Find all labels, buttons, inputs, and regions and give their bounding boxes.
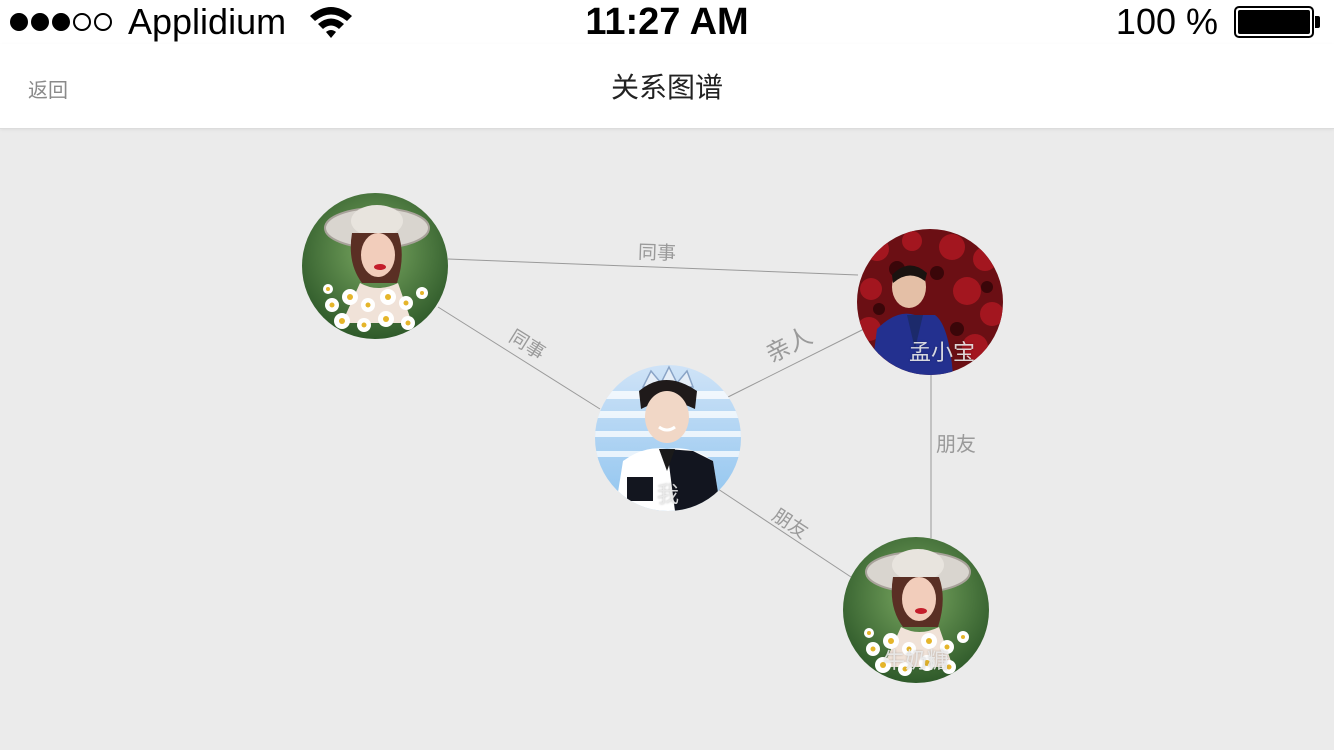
edge-label-me-bottom: 朋友 xyxy=(768,504,812,543)
person-node-topleft[interactable] xyxy=(302,193,448,339)
person-name: 我 xyxy=(656,482,679,507)
battery-icon xyxy=(1234,6,1320,38)
navigation-bar: 返回 关系图谱 xyxy=(0,44,1334,129)
battery-percentage: 100 % xyxy=(1115,1,1218,42)
edge-topleft-me xyxy=(437,306,601,410)
battery-tip xyxy=(1315,16,1320,28)
person-node-me[interactable]: 我 xyxy=(595,365,741,511)
status-right: 100 % xyxy=(1116,0,1320,44)
avatar xyxy=(302,193,448,339)
battery-body xyxy=(1234,6,1314,38)
edge-label-meng-bottom: 朋友 xyxy=(936,433,976,456)
person-name: 孟小宝 xyxy=(908,340,975,365)
edge-label-topleft-meng: 同事 xyxy=(638,241,677,264)
status-bar: Applidium 11:27 AM 100 % xyxy=(0,0,1334,44)
edge-label-me-meng: 亲人 xyxy=(762,323,817,369)
relationship-graph: 同事 同事 亲人 朋友 朋友 孟小宝 我 牛奶糖 xyxy=(0,129,1334,750)
battery-fill xyxy=(1238,10,1310,34)
person-node-bottom[interactable]: 牛奶糖 xyxy=(843,537,989,683)
page-title: 关系图谱 xyxy=(610,72,723,103)
person-node-meng[interactable]: 孟小宝 xyxy=(857,229,1003,375)
edge-label-topleft-me: 同事 xyxy=(505,326,549,365)
person-name: 牛奶糖 xyxy=(882,648,949,673)
